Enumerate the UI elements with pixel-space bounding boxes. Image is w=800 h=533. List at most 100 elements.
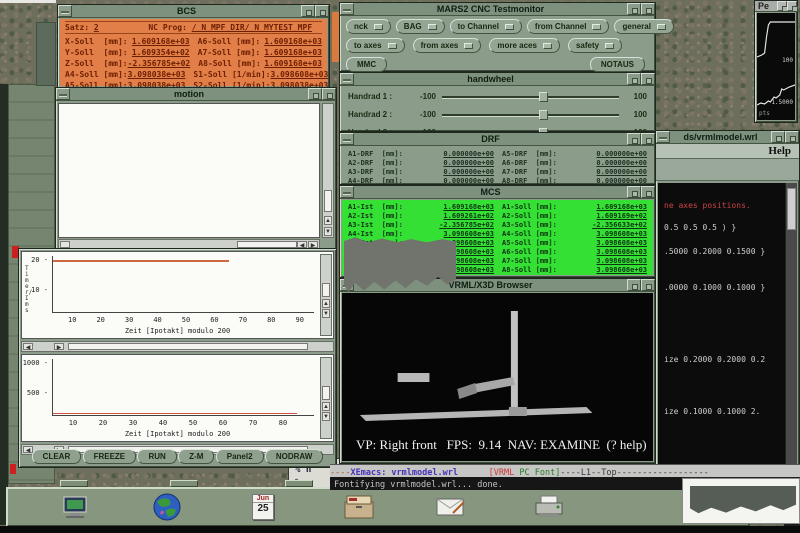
scroll-down-button[interactable]: ▼ <box>322 412 330 421</box>
to-channel-menu-button[interactable]: to Channel <box>450 19 522 34</box>
horizontal-scrollbar[interactable]: ◀ ▶ <box>21 341 334 352</box>
vertical-scrollbar[interactable]: ▲ ▼ <box>320 357 332 439</box>
vertical-scrollbar[interactable]: ▲ ▼ <box>320 254 332 336</box>
titlebar[interactable]: handwheel <box>340 73 655 86</box>
freeze-button[interactable]: FREEZE <box>83 449 137 464</box>
mmc-button[interactable]: MMC <box>346 57 387 72</box>
plot-timer: Timer/Ims 20 10 102030405060708090 Zeit … <box>21 251 334 339</box>
scrollbar-thumb[interactable] <box>322 386 330 400</box>
taskbar-icon-mail[interactable] <box>434 491 468 523</box>
vrml-3d-canvas[interactable]: VP: Right front FPS: 9.14 NAV: EXAMINE (… <box>342 293 653 461</box>
window-menu-button[interactable] <box>656 131 670 143</box>
maximize-button[interactable] <box>641 73 655 85</box>
titlebar[interactable]: MARS2 CNC Testmonitor <box>340 3 655 16</box>
titlebar[interactable]: MCS <box>340 186 655 199</box>
window-menu-button[interactable] <box>340 186 354 198</box>
handwheel-slider[interactable] <box>442 91 619 103</box>
window-menu-button[interactable] <box>340 73 354 85</box>
minimize-button[interactable] <box>627 3 641 15</box>
minimize-button[interactable] <box>627 73 641 85</box>
scroll-up-button[interactable]: ▲ <box>322 402 330 411</box>
scrollbar-thumb[interactable] <box>322 283 330 297</box>
scroll-down-button[interactable]: ▼ <box>322 309 330 318</box>
cde-front-panel: Jun 25 W <box>6 487 750 527</box>
minimize-button[interactable] <box>627 133 641 145</box>
from-channel-menu-button[interactable]: from Channel <box>527 19 610 34</box>
handwheel-window: handwheel Handrad 1 : -100 100 Handrad 2… <box>339 72 656 132</box>
run-button[interactable]: RUN <box>137 449 176 464</box>
editor-window: ds/vrmlmodel.wrl Help ne axes positions.… <box>655 130 800 478</box>
bag-menu-button[interactable]: BAG <box>396 19 445 34</box>
nodraw-button[interactable]: NODRAW <box>265 449 323 464</box>
table-row: A2-Ist [mm]:1.609261e+02A2-Soll [mm]:1.6… <box>348 211 647 220</box>
plot-button-bar: CLEAR FREEZE RUN Z-M Panel2 NODRAW <box>21 447 334 465</box>
clear-button[interactable]: CLEAR <box>32 449 82 464</box>
maximize-button[interactable] <box>322 88 336 100</box>
more-aces-menu-button[interactable]: more aces <box>489 38 560 53</box>
minimize-button[interactable] <box>301 5 315 17</box>
emacs-minibuffer[interactable]: Fontifying vrmlmodel.wrl... done. <box>330 477 682 490</box>
scrollbar-thumb[interactable] <box>68 343 308 350</box>
window-menu-button[interactable] <box>58 5 72 17</box>
taskbar-icon-file-drawer[interactable] <box>342 491 376 523</box>
scroll-left-button[interactable]: ◀ <box>23 343 33 350</box>
nck-menu-button[interactable]: nck <box>346 19 391 34</box>
maximize-button[interactable] <box>315 5 329 17</box>
taskbar-icon-workstation[interactable] <box>58 491 92 523</box>
titlebar[interactable]: DRF <box>340 133 655 146</box>
table-row: A3-DRF [mm]:0.000000e+00A7-DRF [mm]:0.00… <box>348 167 647 176</box>
window-menu-button[interactable] <box>56 88 70 100</box>
to-axes-menu-button[interactable]: to axes <box>346 38 405 53</box>
subpanel-tab[interactable] <box>285 480 313 487</box>
slider-label: Handrad 1 : <box>348 92 410 101</box>
subpanel-tab[interactable] <box>170 480 198 487</box>
maximize-button[interactable] <box>641 186 655 198</box>
minimize-button[interactable] <box>308 88 322 100</box>
scrollbar-thumb[interactable] <box>787 188 796 230</box>
handwheel-slider[interactable] <box>442 109 619 121</box>
slider-thumb[interactable] <box>539 110 548 120</box>
notaus-button[interactable]: NOTAUS <box>590 57 645 72</box>
maximize-button[interactable] <box>787 1 797 11</box>
maximize-button[interactable] <box>785 131 799 143</box>
minimize-button[interactable] <box>627 279 641 291</box>
slider-thumb[interactable] <box>539 92 548 102</box>
scroll-right-button[interactable]: ▶ <box>308 241 318 248</box>
scroll-up-button[interactable]: ▲ <box>324 216 332 225</box>
maximize-button[interactable] <box>641 279 655 291</box>
minimize-button[interactable] <box>771 131 785 143</box>
minimize-button[interactable] <box>627 186 641 198</box>
general-menu-button[interactable]: general <box>614 19 673 34</box>
titlebar[interactable]: BCS <box>58 5 329 18</box>
from-axes-menu-button[interactable]: from axes <box>413 38 482 53</box>
window-menu-button[interactable] <box>340 133 354 145</box>
scroll-down-button[interactable]: ▼ <box>324 227 332 236</box>
titlebar[interactable]: Pe <box>755 1 797 12</box>
scrollbar-thumb[interactable] <box>324 190 332 212</box>
scroll-home-button[interactable] <box>60 241 70 248</box>
maximize-button[interactable] <box>641 3 655 15</box>
window-menu-button[interactable] <box>340 3 354 15</box>
motion-window: motion ▲ ▼ ◀ ▶ <box>55 87 337 253</box>
taskbar-icon-globe[interactable] <box>150 491 184 523</box>
slider-min: -100 <box>410 92 442 101</box>
editor-scrollbar[interactable] <box>785 183 797 475</box>
scroll-right-button[interactable]: ▶ <box>54 343 64 350</box>
scrollbar-thumb[interactable] <box>237 241 297 248</box>
table-row: A1-Ist [mm]:1.609168e+03A1-Soll [mm]:1.6… <box>348 202 647 211</box>
zm-button[interactable]: Z-M <box>178 449 214 464</box>
taskbar-icon-calendar[interactable]: Jun 25 <box>246 491 280 523</box>
subpanel-tab[interactable] <box>60 480 88 487</box>
scroll-up-button[interactable]: ▲ <box>322 299 330 308</box>
panel2-button[interactable]: Panel2 <box>216 449 264 464</box>
editor-text-area[interactable]: ne axes positions. 0.5 0.5 0.5 ) } .5000… <box>658 183 797 475</box>
menu-help[interactable]: Help <box>768 145 791 157</box>
titlebar[interactable]: motion <box>56 88 336 101</box>
scroll-left-button[interactable]: ◀ <box>297 241 307 248</box>
vertical-scrollbar[interactable]: ▲ ▼ <box>322 103 334 238</box>
taskbar-icon-printer[interactable] <box>532 491 566 523</box>
maximize-button[interactable] <box>641 133 655 145</box>
safety-menu-button[interactable]: safety <box>568 38 622 53</box>
minimize-button[interactable] <box>777 1 787 11</box>
titlebar[interactable]: ds/vrmlmodel.wrl <box>656 131 799 144</box>
